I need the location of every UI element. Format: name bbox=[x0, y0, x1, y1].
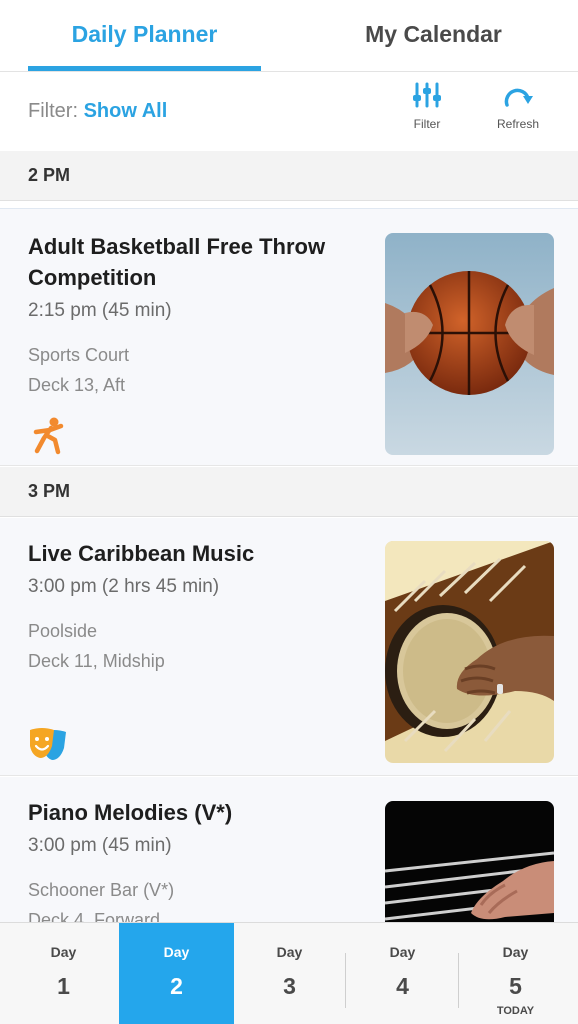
day-tab-3[interactable]: Day 3 bbox=[232, 923, 347, 1024]
refresh-button-label: Refresh bbox=[496, 117, 540, 131]
event-venue: Schooner Bar (V*) bbox=[28, 880, 175, 900]
filter-value[interactable]: Show All bbox=[84, 100, 168, 122]
filter-bar: Filter: Show All Filter Refresh bbox=[0, 73, 578, 151]
filter-button-label: Filter bbox=[413, 117, 441, 131]
day-number: 5 bbox=[509, 973, 522, 999]
event-card[interactable]: Piano Melodies (V*) 3:00 pm (45 min) Sch… bbox=[0, 777, 578, 937]
day-tab-4[interactable]: Day 4 bbox=[345, 923, 460, 1024]
entertainment-masks-icon bbox=[30, 728, 66, 760]
time-section-header: 2 PM bbox=[0, 151, 578, 201]
sports-icon bbox=[33, 417, 64, 455]
refresh-icon bbox=[504, 88, 533, 107]
event-time: 3:00 pm (2 hrs 45 min) bbox=[28, 576, 220, 597]
day-label: Day bbox=[389, 944, 416, 960]
active-tab-indicator bbox=[28, 66, 261, 71]
event-title: Adult Basketball Free Throw Competition bbox=[28, 231, 368, 293]
filter-prefix: Filter: bbox=[28, 100, 78, 122]
refresh-button[interactable]: Refresh bbox=[478, 81, 558, 131]
day-label: Day bbox=[502, 944, 529, 960]
day-number: 3 bbox=[283, 973, 296, 999]
day-label: Day bbox=[50, 944, 77, 960]
tab-my-calendar[interactable]: My Calendar bbox=[289, 0, 578, 72]
sliders-icon bbox=[413, 82, 441, 108]
event-time: 2:15 pm (45 min) bbox=[28, 300, 172, 321]
day-tab-5[interactable]: Day 5 TODAY bbox=[458, 923, 573, 1024]
event-title: Live Caribbean Music bbox=[28, 541, 255, 566]
event-venue: Poolside bbox=[28, 621, 98, 641]
basketball-image bbox=[385, 233, 554, 455]
day-number: 4 bbox=[396, 973, 409, 999]
day-label: Day bbox=[276, 944, 303, 960]
filter-status[interactable]: Filter: Show All bbox=[28, 100, 167, 123]
event-image-piano[interactable] bbox=[385, 801, 554, 937]
event-venue: Sports Court bbox=[28, 345, 130, 365]
time-section-header: 3 PM bbox=[0, 467, 578, 517]
piano-image bbox=[385, 801, 554, 937]
event-title-line-1: Adult Basketball Free Throw bbox=[28, 234, 326, 259]
day-tab-1[interactable]: Day 1 bbox=[6, 923, 121, 1024]
day-label: Day bbox=[163, 944, 190, 960]
tab-daily-planner[interactable]: Daily Planner bbox=[0, 0, 289, 72]
filter-button[interactable]: Filter bbox=[387, 81, 467, 131]
event-title-line-2: Competition bbox=[28, 265, 157, 290]
event-time: 3:00 pm (45 min) bbox=[28, 835, 172, 856]
day-tab-2[interactable]: Day 2 bbox=[119, 923, 234, 1024]
day-selector: Day 1 Day 2 Day 3 Day 4 Day 5 TODAY bbox=[0, 922, 578, 1024]
tab-bar: Daily Planner My Calendar bbox=[0, 0, 578, 72]
event-card[interactable]: Live Caribbean Music 3:00 pm (2 hrs 45 m… bbox=[0, 518, 578, 776]
today-badge: TODAY bbox=[496, 1005, 535, 1017]
event-deck: Deck 11, Midship bbox=[28, 651, 165, 671]
event-image-drum[interactable] bbox=[385, 541, 554, 763]
event-card[interactable]: Adult Basketball Free Throw Competition … bbox=[0, 208, 578, 466]
drum-image bbox=[385, 541, 554, 763]
day-number: 2 bbox=[170, 973, 183, 999]
day-number: 1 bbox=[57, 973, 70, 999]
event-image-basketball[interactable] bbox=[385, 233, 554, 455]
event-title: Piano Melodies (V*) bbox=[28, 800, 233, 825]
event-deck: Deck 13, Aft bbox=[28, 375, 126, 395]
